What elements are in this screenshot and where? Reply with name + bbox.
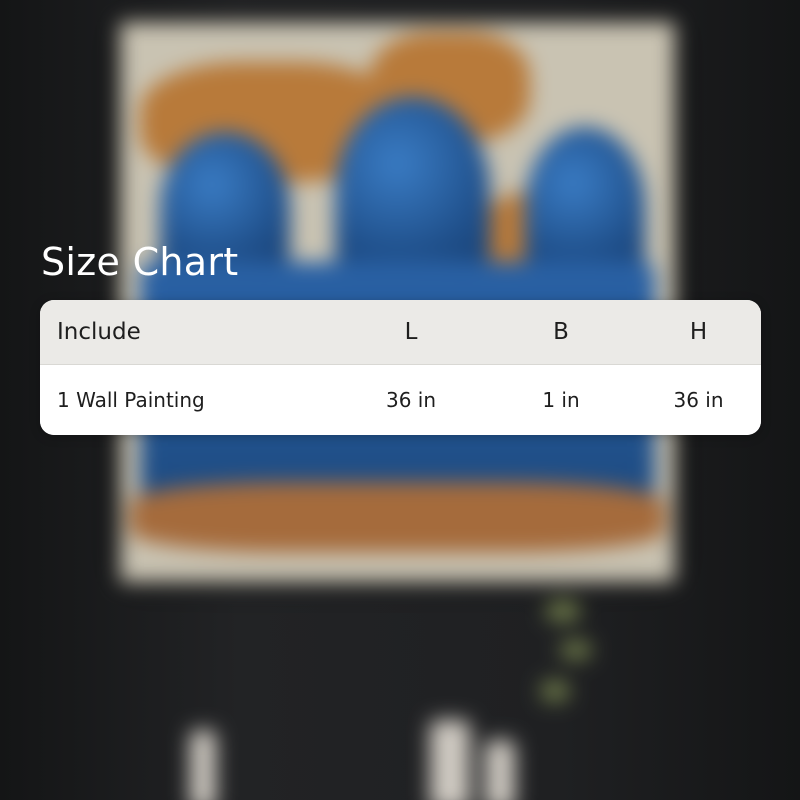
cell-include: 1 Wall Painting [57,388,205,412]
plant-leaf [545,600,581,622]
cell-height: 36 in [673,388,724,412]
size-chart-table: Include L B H 1 Wall Painting 36 in 1 in… [40,300,761,435]
size-chart-title: Size Chart [41,240,239,284]
header-length: L [404,319,418,345]
decor-vase [190,730,216,800]
cell-length: 36 in [385,388,437,412]
plant-leaf [560,640,592,660]
header-height: H [689,319,708,345]
decor-vase [430,720,470,800]
table-header-row: Include L B H [40,300,761,365]
cell-breadth: 1 in [542,388,580,412]
product-image-stage: Size Chart Include L B H 1 Wall Painting… [0,0,800,800]
header-breadth: B [553,319,569,345]
painting-ground [130,482,665,552]
header-include: Include [57,319,141,345]
painting-dome-center [335,97,490,287]
plant-leaf [540,680,570,702]
decor-vase [485,740,515,800]
table-row: 1 Wall Painting 36 in 1 in 36 in [40,365,761,435]
